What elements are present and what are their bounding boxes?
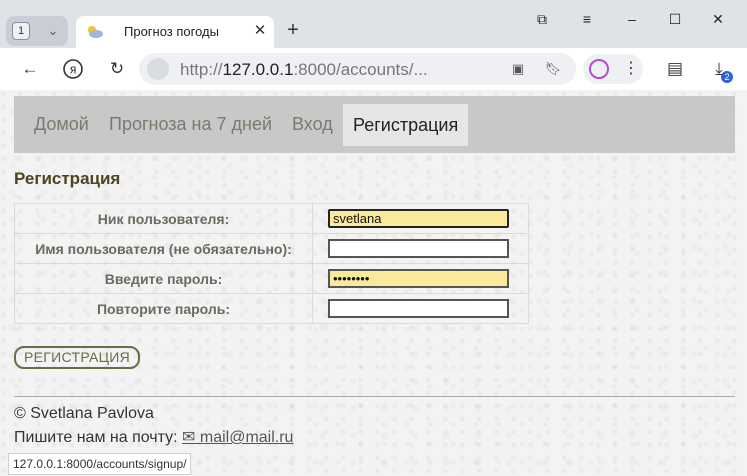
yandex-logo-icon[interactable]: я bbox=[60, 56, 86, 82]
username-input[interactable] bbox=[328, 209, 509, 228]
url-text[interactable]: http://127.0.0.1:8000/accounts/... bbox=[180, 60, 428, 80]
tab-count: 1 bbox=[12, 22, 30, 40]
status-bar-url: 127.0.0.1:8000/accounts/signup/ bbox=[8, 453, 192, 475]
svg-text:я: я bbox=[69, 63, 76, 77]
bookmark-icon[interactable]: 🔖︎ bbox=[544, 60, 562, 78]
full-name-input[interactable] bbox=[328, 239, 509, 258]
full-name-label: Имя пользователя (не обязательно): bbox=[14, 233, 313, 264]
password-input[interactable] bbox=[328, 269, 509, 288]
browser-tab-strip: 1 ⌄ Прогноз погоды ✕ + ⧉ ≡ – ☐ ✕ bbox=[0, 0, 747, 48]
site-info-icon[interactable] bbox=[147, 58, 169, 80]
nav-forecast-link[interactable]: Прогноза на 7 дней bbox=[109, 96, 272, 153]
tab-title: Прогноз погоды bbox=[124, 24, 219, 39]
nav-home-link[interactable]: Домой bbox=[34, 96, 89, 153]
web-page: Домой Прогноза на 7 дней Вход Регистраци… bbox=[0, 90, 747, 476]
table-row: Повторите пароль: bbox=[14, 293, 529, 324]
maximize-button[interactable]: ☐ bbox=[663, 8, 687, 30]
password-confirm-label: Повторите пароль: bbox=[14, 293, 313, 324]
back-arrow-icon[interactable]: ← bbox=[17, 56, 43, 82]
contact-prefix: Пишите нам на почту: bbox=[14, 429, 178, 446]
footer-divider bbox=[14, 396, 735, 397]
bookmark-manager-icon[interactable]: ⧉ bbox=[530, 8, 554, 30]
table-row: Ник пользователя: bbox=[14, 203, 529, 234]
tab-counter-button[interactable]: 1 ⌄ bbox=[6, 16, 68, 46]
table-row: Введите пароль: bbox=[14, 263, 529, 294]
close-tab-icon[interactable]: ✕ bbox=[251, 22, 269, 40]
weather-cloud-icon bbox=[88, 26, 103, 38]
page-title: Регистрация bbox=[14, 169, 121, 188]
footer-contact: Пишите нам на почту: ✉ mail@mail.ru bbox=[14, 427, 293, 447]
browser-tab[interactable]: Прогноз погоды ✕ bbox=[76, 16, 274, 48]
nav-login-link[interactable]: Вход bbox=[292, 96, 333, 153]
address-bar[interactable]: http://127.0.0.1:8000/accounts/... ▣ 🔖︎ bbox=[139, 53, 576, 85]
envelope-icon: ✉ bbox=[182, 429, 196, 446]
reload-icon[interactable]: ↻ bbox=[104, 56, 130, 82]
signup-submit-button[interactable]: РЕГИСТРАЦИЯ bbox=[14, 346, 141, 369]
menu-icon[interactable]: ≡ bbox=[575, 8, 599, 30]
alice-assistant-button[interactable]: ⋮ bbox=[583, 54, 643, 84]
nav-signup-link[interactable]: Регистрация bbox=[343, 104, 469, 146]
site-navbar: Домой Прогноза на 7 дней Вход Регистраци… bbox=[14, 96, 735, 153]
collections-icon[interactable]: ▤ bbox=[662, 56, 688, 82]
username-label: Ник пользователя: bbox=[14, 203, 313, 234]
signup-form-table: Ник пользователя: Имя пользователя (не о… bbox=[14, 203, 529, 324]
chevron-down-icon: ⌄ bbox=[47, 23, 59, 38]
downloads-badge: 2 bbox=[721, 71, 733, 83]
browser-toolbar: ← я ↻ http://127.0.0.1:8000/accounts/...… bbox=[0, 48, 747, 90]
minimize-button[interactable]: – bbox=[620, 8, 644, 30]
footer-copyright: © Svetlana Pavlova bbox=[14, 405, 154, 422]
more-vertical-icon[interactable]: ⋮ bbox=[623, 58, 639, 78]
close-window-button[interactable]: ✕ bbox=[706, 8, 730, 30]
new-tab-button[interactable]: + bbox=[282, 20, 304, 42]
table-row: Имя пользователя (не обязательно): bbox=[14, 233, 529, 264]
email-link[interactable]: ✉ mail@mail.ru bbox=[182, 429, 293, 446]
password-label: Введите пароль: bbox=[14, 263, 313, 294]
alice-icon bbox=[589, 59, 609, 79]
translate-icon[interactable]: ▣ bbox=[509, 60, 527, 78]
password-confirm-input[interactable] bbox=[328, 299, 509, 318]
